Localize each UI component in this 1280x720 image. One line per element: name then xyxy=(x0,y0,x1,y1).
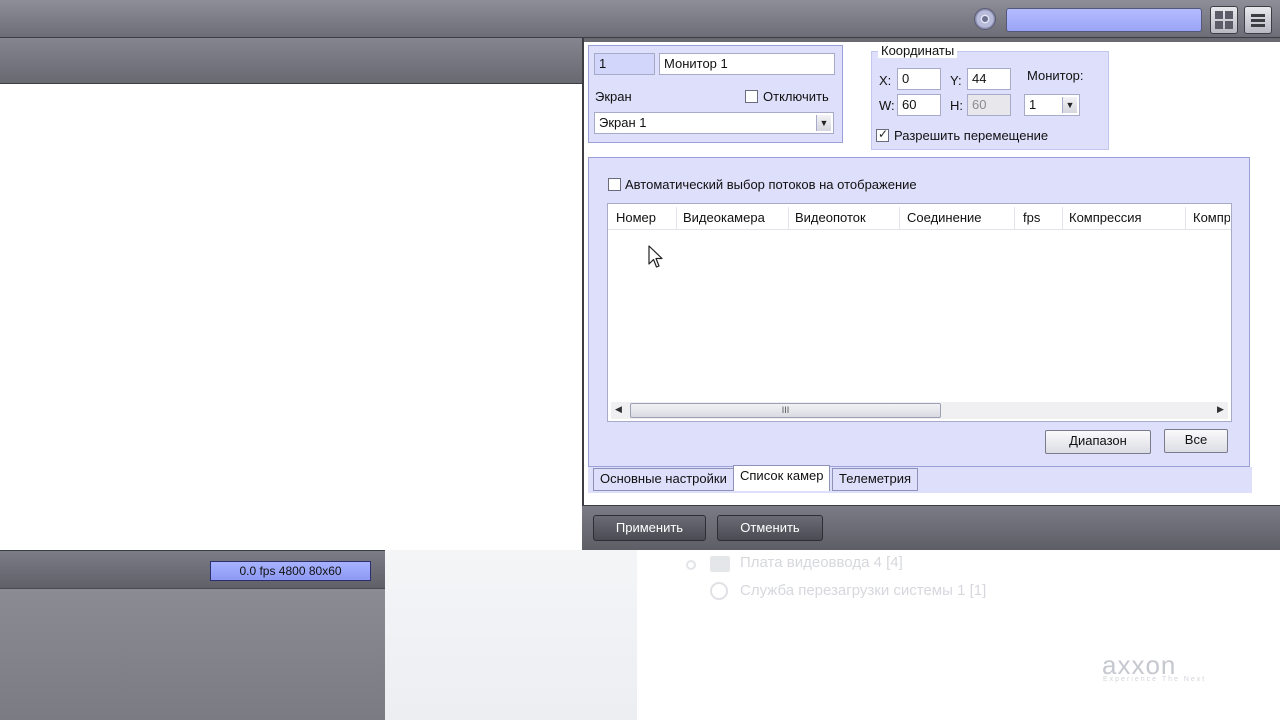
grid-cell-icon xyxy=(1215,21,1223,29)
h-label: H: xyxy=(950,98,963,113)
chevron-down-icon: ▼ xyxy=(1062,97,1077,113)
table-header-divider xyxy=(608,229,1231,230)
monitor-name-field[interactable]: Монитор 1 xyxy=(659,53,835,75)
scroll-left-icon[interactable]: ◀ xyxy=(615,404,622,415)
menu-line-icon xyxy=(1251,19,1265,22)
disable-label: Отключить xyxy=(763,89,829,104)
top-search-field[interactable] xyxy=(1006,8,1202,32)
scrollbar-thumb[interactable]: III xyxy=(630,403,941,418)
screen-label: Экран xyxy=(595,89,632,104)
grid-cell-icon xyxy=(1225,11,1233,19)
tree-item: Плата видеоввода 4 [4] xyxy=(740,554,903,571)
column-separator xyxy=(1014,207,1015,229)
column-header-compression-2[interactable]: Компр xyxy=(1193,210,1230,225)
grid-cell-icon xyxy=(1215,11,1223,19)
apply-button[interactable]: Применить xyxy=(593,515,706,541)
allow-move-label: Разрешить перемещение xyxy=(894,128,1049,143)
menu-line-icon xyxy=(1251,24,1265,27)
w-field[interactable]: 60 xyxy=(897,94,941,116)
x-label: X: xyxy=(879,73,892,88)
monitor-id-field[interactable]: 1 xyxy=(594,53,655,75)
column-header-fps[interactable]: fps xyxy=(1023,210,1040,225)
tab-telemetry[interactable]: Телеметрия xyxy=(832,468,919,491)
camera-table[interactable] xyxy=(607,203,1232,422)
column-separator xyxy=(1062,207,1063,229)
tab-basic-settings[interactable]: Основные настройки xyxy=(593,468,734,491)
disable-checkbox[interactable] xyxy=(745,90,758,103)
capture-board-icon xyxy=(710,556,730,572)
auto-select-checkbox[interactable] xyxy=(608,178,621,191)
grid-cell-icon xyxy=(1225,21,1233,29)
column-header-connection[interactable]: Соединение xyxy=(907,210,982,225)
settings-gear-icon[interactable] xyxy=(974,8,996,30)
all-button[interactable]: Все xyxy=(1164,429,1228,453)
y-field[interactable]: 44 xyxy=(967,68,1011,90)
monitor-select-label: Монитор: xyxy=(1027,68,1084,83)
w-label: W: xyxy=(879,98,895,113)
range-button[interactable]: Диапазон xyxy=(1045,430,1151,454)
screen-dropdown-value: Экран 1 xyxy=(599,115,647,130)
auto-select-label: Автоматический выбор потоков на отображе… xyxy=(625,177,917,192)
tree-item: Служба перезагрузки системы 1 [1] xyxy=(740,582,987,599)
column-header-camera[interactable]: Видеокамера xyxy=(683,210,765,225)
chevron-down-icon: ▼ xyxy=(816,115,831,131)
main-menu-button[interactable] xyxy=(1244,6,1272,34)
monitor-number-dropdown[interactable]: 1 ▼ xyxy=(1024,94,1080,116)
faded-video-preview xyxy=(385,550,637,720)
axxon-tagline: Experience The Next xyxy=(1103,676,1207,683)
h-field: 60 xyxy=(967,94,1011,116)
y-label: Y: xyxy=(950,73,962,88)
column-header-number[interactable]: Номер xyxy=(616,210,656,225)
column-separator xyxy=(1185,207,1186,229)
allow-move-checkbox[interactable] xyxy=(876,127,889,142)
tree-expand-icon xyxy=(686,560,696,570)
monitor-number-value: 1 xyxy=(1029,97,1037,112)
fps-status-badge: 0.0 fps 4800 80x60 xyxy=(210,561,371,581)
monitor-preview-area[interactable] xyxy=(0,84,582,550)
layout-grid-button[interactable] xyxy=(1210,6,1238,34)
x-field[interactable]: 0 xyxy=(897,68,941,90)
panel-top-strip xyxy=(584,38,1280,42)
scroll-right-icon[interactable]: ▶ xyxy=(1217,404,1224,415)
left-panel-header xyxy=(0,38,582,84)
coordinates-legend: Координаты xyxy=(878,43,958,58)
tab-camera-list[interactable]: Список камер xyxy=(733,465,831,491)
column-separator xyxy=(788,207,789,229)
column-header-stream[interactable]: Видеопоток xyxy=(795,210,866,225)
column-separator xyxy=(899,207,900,229)
menu-line-icon xyxy=(1251,14,1265,17)
faded-object-tree xyxy=(637,550,1280,720)
cancel-button[interactable]: Отменить xyxy=(717,515,823,541)
column-header-compression[interactable]: Компрессия xyxy=(1069,210,1142,225)
screen-dropdown[interactable]: Экран 1 ▼ xyxy=(594,112,834,134)
column-separator xyxy=(676,207,677,229)
power-icon xyxy=(710,582,728,600)
video-window-body xyxy=(0,588,385,720)
mouse-cursor-icon xyxy=(648,245,663,268)
